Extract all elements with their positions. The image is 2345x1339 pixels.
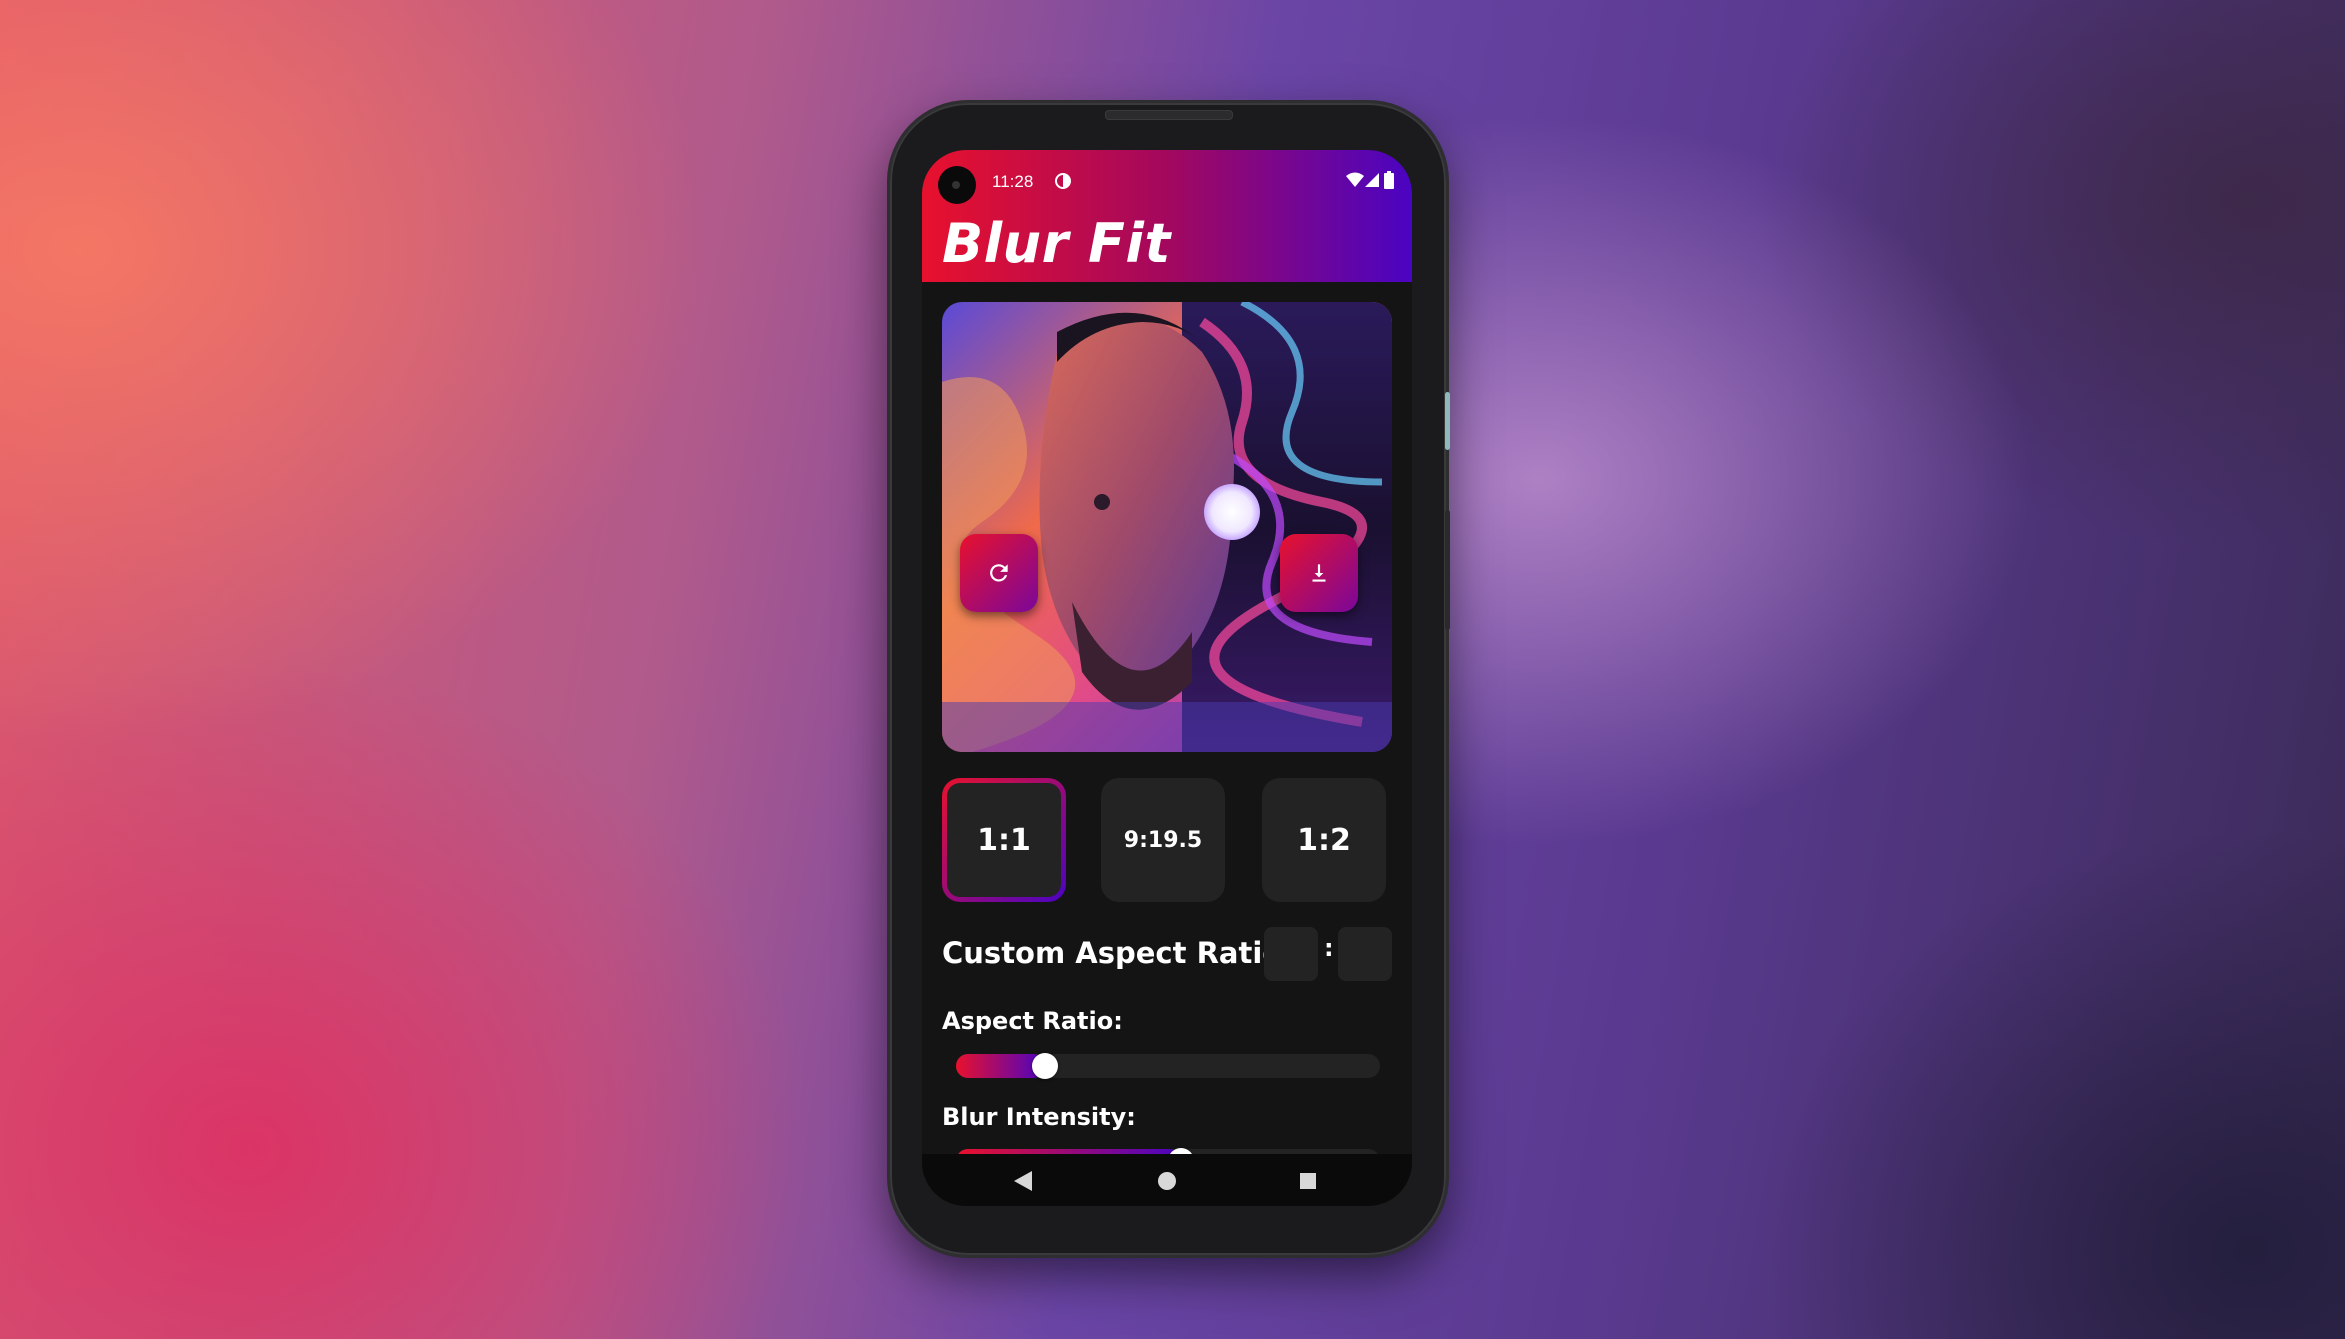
custom-ratio-label: Custom Aspect Ratio: [942, 936, 1294, 970]
data-saver-icon [1055, 173, 1071, 189]
aspect-ratio-slider[interactable] [956, 1053, 1380, 1079]
battery-icon [1384, 171, 1394, 189]
refresh-icon [990, 564, 1008, 582]
system-nav-bar [922, 1154, 1412, 1206]
aspect-ratio-slider-thumb[interactable] [1032, 1053, 1059, 1079]
blur-intensity-label: Blur Intensity: [942, 1103, 1136, 1131]
download-icon [1312, 564, 1326, 582]
volume-button [1445, 510, 1450, 630]
app-title: Blur Fit [942, 212, 1171, 275]
wifi-icon [1346, 172, 1364, 187]
ratio-button-label: 1:2 [1297, 822, 1351, 858]
ratio-button-1-1[interactable]: 1:1 [942, 778, 1066, 902]
image-preview [942, 302, 1392, 752]
back-triangle-icon[interactable] [1014, 1171, 1032, 1191]
custom-ratio-separator: : [1324, 934, 1334, 962]
recents-square-icon[interactable] [1300, 1173, 1316, 1189]
signal-icon [1365, 173, 1379, 187]
download-button[interactable] [1280, 534, 1358, 612]
power-button [1445, 392, 1450, 450]
custom-ratio-width-input[interactable] [1264, 927, 1318, 981]
album-artwork [942, 302, 1392, 752]
home-circle-icon[interactable] [1158, 1172, 1176, 1190]
ratio-button-label: 1:1 [977, 822, 1031, 858]
ratio-button-9-19-5[interactable]: 9:19.5 [1101, 778, 1225, 902]
front-camera [938, 166, 976, 204]
reset-button[interactable] [960, 534, 1038, 612]
aspect-ratio-slider-label: Aspect Ratio: [942, 1007, 1123, 1035]
ratio-button-label: 9:19.5 [1123, 827, 1203, 853]
status-time: 11:28 [992, 172, 1034, 191]
custom-ratio-height-input[interactable] [1338, 927, 1392, 981]
app-bar: 11:28 Blur Fit [922, 150, 1412, 282]
phone-screen: 11:28 Blur Fit 1:1 9:19.5 1:2 Custom Asp… [922, 150, 1412, 1206]
phone-earpiece [1105, 110, 1233, 120]
ratio-button-1-2[interactable]: 1:2 [1262, 778, 1386, 902]
